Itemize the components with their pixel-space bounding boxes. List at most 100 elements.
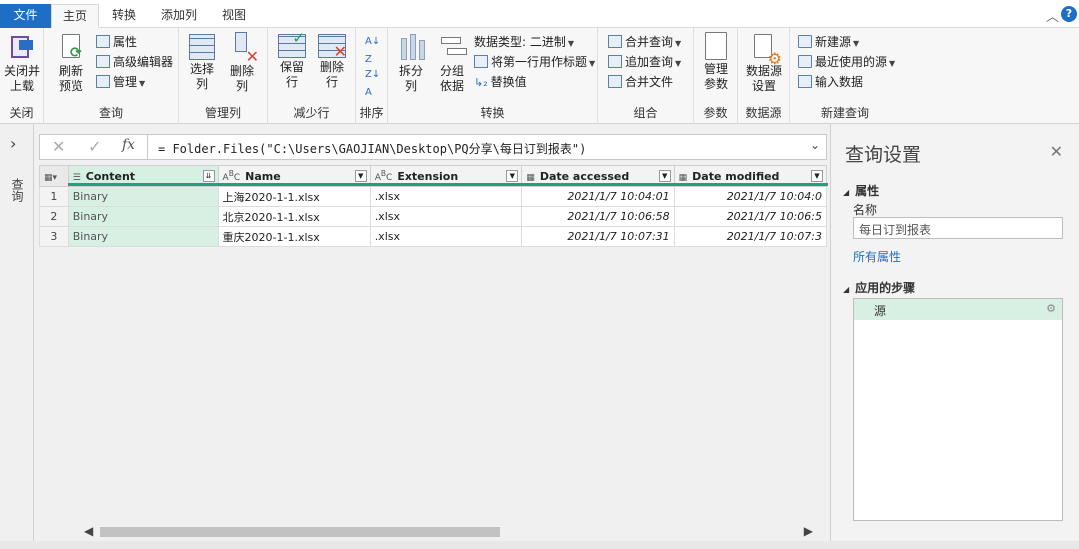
row-number[interactable]: 3 [39, 226, 69, 247]
use-first-row-as-headers-button[interactable]: 将第一行用作标题 ▼ [474, 53, 595, 71]
cell-content[interactable]: Binary [67, 226, 219, 247]
cell-content[interactable]: Binary [67, 206, 219, 227]
confirm-formula-icon[interactable]: ✓ [88, 137, 101, 156]
group-by-button[interactable]: 分组 依据 [432, 32, 472, 94]
data-grid: ▦▾ ☰ Content ⇊ ABC Name ▼ ABC Extension ▼ ▦… [39, 165, 827, 525]
tab-file[interactable]: 文件 [0, 4, 51, 28]
tab-transform[interactable]: 转换 [103, 4, 145, 28]
group-close: 关闭并 上载 关闭 [0, 28, 44, 124]
applied-steps-section-header[interactable]: ◢ 应用的步骤 [843, 279, 915, 296]
cell-date-modified[interactable]: 2021/1/7 10:07:3 [673, 226, 827, 247]
filter-dropdown-icon[interactable]: ▼ [354, 170, 367, 182]
status-bar [0, 541, 1079, 549]
filter-dropdown-icon[interactable]: ▼ [811, 170, 823, 182]
cell-date-modified[interactable]: 2021/1/7 10:06:5 [673, 206, 827, 227]
formula-bar: ✕ ✓ fx = Folder.Files("C:\Users\GAOJIAN\… [39, 134, 827, 160]
cell-name[interactable]: 北京2020-1-1.xlsx [217, 206, 371, 227]
sort-descending-icon[interactable]: Z↓ A [365, 66, 380, 98]
group-manage-columns: 选择 列 删除 列 管理列 [179, 28, 268, 124]
keep-rows-button[interactable]: 保留 行 [274, 31, 310, 90]
cell-date-modified[interactable]: 2021/1/7 10:04:0 [673, 186, 827, 207]
cell-extension[interactable]: .xlsx [369, 226, 523, 247]
data-source-settings-icon: ⚙ [749, 32, 782, 67]
replace-values-button[interactable]: ↳₂ 替换值 [474, 73, 527, 91]
row-number[interactable]: 1 [39, 186, 69, 207]
filter-dropdown-icon[interactable]: ▼ [658, 170, 671, 182]
remove-rows-button[interactable]: 删除 行 [314, 32, 350, 90]
manage-parameters-button[interactable]: 管理 参数 [698, 32, 734, 92]
merge-queries-button[interactable]: 合并查询 ▼ [608, 33, 681, 51]
remove-columns-button[interactable]: 删除 列 [224, 32, 260, 94]
tab-view[interactable]: 视图 [213, 4, 255, 28]
table-row: 3 Binary 重庆2020-1-1.xlsx .xlsx 2021/1/7 … [39, 226, 827, 247]
binary-type-icon: ☰ [72, 172, 81, 183]
combine-files-button[interactable]: 合并文件 [608, 73, 673, 91]
manage-button[interactable]: 管理 ▼ [96, 73, 145, 91]
group-new-query: 新建源 ▼ 最近使用的源 ▼ 输入数据 新建查询 [790, 28, 900, 124]
filter-dropdown-icon[interactable]: ▼ [506, 170, 519, 182]
properties-icon [96, 35, 110, 48]
horizontal-scrollbar[interactable]: ◀ ▶ [68, 524, 827, 540]
cell-date-accessed[interactable]: 2021/1/7 10:06:58 [521, 206, 675, 227]
recent-sources-icon [798, 55, 812, 68]
row-number[interactable]: 2 [39, 206, 69, 227]
remove-rows-icon [318, 34, 347, 59]
all-properties-link[interactable]: 所有属性 [853, 248, 901, 265]
advanced-editor-icon [96, 55, 110, 68]
cell-name[interactable]: 重庆2020-1-1.xlsx [217, 226, 371, 247]
split-column-button[interactable]: 拆分 列 [394, 32, 428, 94]
scroll-left-icon[interactable]: ◀ [84, 524, 93, 538]
refresh-preview-button[interactable]: ⟳ 刷新 预览 [52, 32, 90, 94]
cancel-formula-icon[interactable]: ✕ [52, 137, 65, 156]
properties-section-header[interactable]: ◢ 属性 [843, 182, 879, 199]
formula-input[interactable]: = Folder.Files("C:\Users\GAOJIAN\Desktop… [158, 140, 586, 157]
merge-queries-icon [608, 35, 622, 48]
scrollbar-thumb[interactable] [100, 527, 500, 537]
cell-name[interactable]: 上海2020-1-1.xlsx [217, 186, 371, 207]
query-name-input[interactable]: 每日订到报表 [853, 217, 1063, 239]
expand-queries-pane-icon[interactable]: › [10, 134, 16, 153]
advanced-editor-button[interactable]: 高级编辑器 [96, 53, 173, 71]
expand-binary-icon[interactable]: ⇊ [202, 170, 215, 182]
group-transform: 拆分 列 分组 依据 数据类型: 二进制 ▼ 将第一行用作标题 ▼ ↳₂ 替换值 转换 [388, 28, 598, 124]
group-sort: A↓ Z Z↓ A 排序 [356, 28, 388, 124]
data-type-dropdown[interactable]: 数据类型: 二进制 ▼ [474, 33, 574, 51]
cell-extension[interactable]: .xlsx [369, 186, 523, 207]
properties-button[interactable]: 属性 [96, 33, 137, 51]
tab-add-column[interactable]: 添加列 [152, 4, 206, 28]
cell-content[interactable]: Binary [67, 186, 219, 207]
table-menu-button[interactable]: ▦▾ [39, 165, 69, 187]
step-settings-gear-icon[interactable]: ⚙ [1046, 302, 1056, 315]
new-source-button[interactable]: 新建源 ▼ [798, 33, 859, 51]
help-icon[interactable]: ? [1061, 6, 1077, 22]
append-queries-button[interactable]: 追加查询 ▼ [608, 53, 681, 71]
close-and-load-button[interactable]: 关闭并 上载 [3, 32, 41, 94]
new-source-icon [798, 35, 812, 48]
cell-date-accessed[interactable]: 2021/1/7 10:07:31 [521, 226, 675, 247]
datetime-type-icon: ▦ [678, 172, 688, 183]
data-source-settings-button[interactable]: ⚙ 数据源 设置 [744, 32, 784, 94]
recent-sources-button[interactable]: 最近使用的源 ▼ [798, 53, 895, 71]
fx-icon[interactable]: fx [122, 137, 135, 153]
close-icon[interactable]: ✕ [1050, 142, 1063, 161]
group-data-source: ⚙ 数据源 设置 数据源 [738, 28, 790, 124]
scroll-right-icon[interactable]: ▶ [804, 524, 813, 538]
split-column-icon [396, 32, 426, 62]
applied-step-item[interactable]: 源 ⚙ [854, 299, 1062, 320]
choose-columns-icon [189, 34, 215, 60]
expand-formula-icon[interactable]: ⌄ [810, 138, 820, 152]
manage-icon [96, 75, 110, 88]
name-label: 名称 [853, 203, 878, 217]
sort-ascending-icon[interactable]: A↓ Z [365, 33, 380, 65]
datetime-type-icon: ▦ [526, 172, 535, 183]
queries-pane: › 查询 [0, 124, 34, 541]
tab-home[interactable]: 主页 [51, 4, 99, 28]
remove-columns-icon [227, 32, 259, 64]
parameters-icon [705, 32, 727, 60]
enter-data-button[interactable]: 输入数据 [798, 73, 863, 91]
cell-date-accessed[interactable]: 2021/1/7 10:04:01 [521, 186, 675, 207]
choose-columns-button[interactable]: 选择 列 [184, 32, 220, 92]
collapse-ribbon-icon[interactable]: ︿ [1046, 6, 1059, 25]
queries-pane-label[interactable]: 查询 [10, 178, 24, 202]
cell-extension[interactable]: .xlsx [369, 206, 523, 227]
